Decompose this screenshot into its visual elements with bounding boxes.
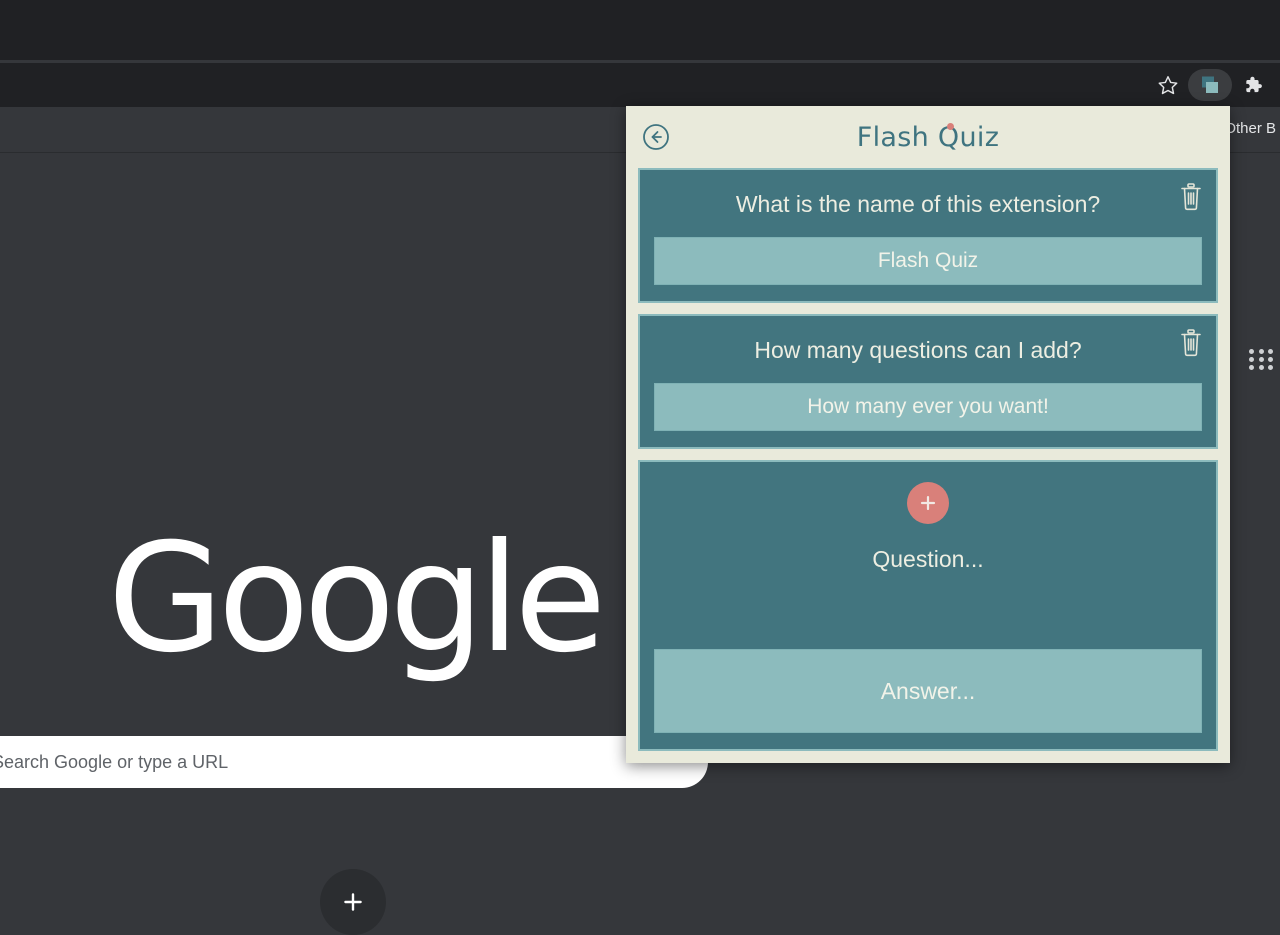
trash-icon[interactable] — [1178, 182, 1204, 212]
flashcard-item[interactable]: What is the name of this extension? Flas… — [638, 168, 1218, 303]
popup-header: Flash Quiz — [626, 106, 1230, 168]
search-input[interactable]: Search Google or type a URL — [0, 736, 708, 788]
apps-grid-icon[interactable] — [1249, 346, 1275, 372]
puzzle-piece-icon[interactable] — [1232, 69, 1272, 101]
popup-title-text: Flash Quiz — [857, 122, 999, 153]
star-icon[interactable] — [1148, 69, 1188, 101]
flashcard-list: What is the name of this extension? Flas… — [626, 168, 1230, 763]
search-placeholder: Search Google or type a URL — [0, 752, 228, 773]
google-logo: Google — [0, 524, 708, 674]
add-flashcard-button[interactable] — [907, 482, 949, 524]
flash-quiz-popup: Flash Quiz What is the name of this exte… — [626, 106, 1230, 763]
flashcard-question: What is the name of this extension? — [654, 190, 1202, 219]
toolbar-icon-group — [1148, 63, 1272, 107]
add-shortcut-button[interactable] — [320, 869, 386, 935]
flash-quiz-extension-icon[interactable] — [1188, 69, 1232, 101]
tab-strip — [0, 0, 1280, 60]
flashcard-answer[interactable]: How many ever you want! — [654, 383, 1202, 431]
new-answer-input[interactable]: Answer... — [654, 649, 1202, 733]
browser-toolbar — [0, 63, 1280, 107]
new-flashcard-form: Question... Answer... — [638, 460, 1218, 752]
back-arrow-circle-icon[interactable] — [640, 121, 672, 153]
new-question-input[interactable]: Question... — [654, 546, 1202, 573]
title-accent-dot — [947, 123, 954, 130]
other-bookmarks-button[interactable]: Other B — [1224, 120, 1276, 137]
page-title: Flash Quiz — [626, 106, 1230, 168]
flashcard-answer[interactable]: Flash Quiz — [654, 237, 1202, 285]
flashcard-question: How many questions can I add? — [654, 336, 1202, 365]
browser-window: Other B Google Search Google or type a U… — [0, 0, 1280, 800]
trash-icon[interactable] — [1178, 328, 1204, 358]
flashcard-item[interactable]: How many questions can I add? How many e… — [638, 314, 1218, 449]
